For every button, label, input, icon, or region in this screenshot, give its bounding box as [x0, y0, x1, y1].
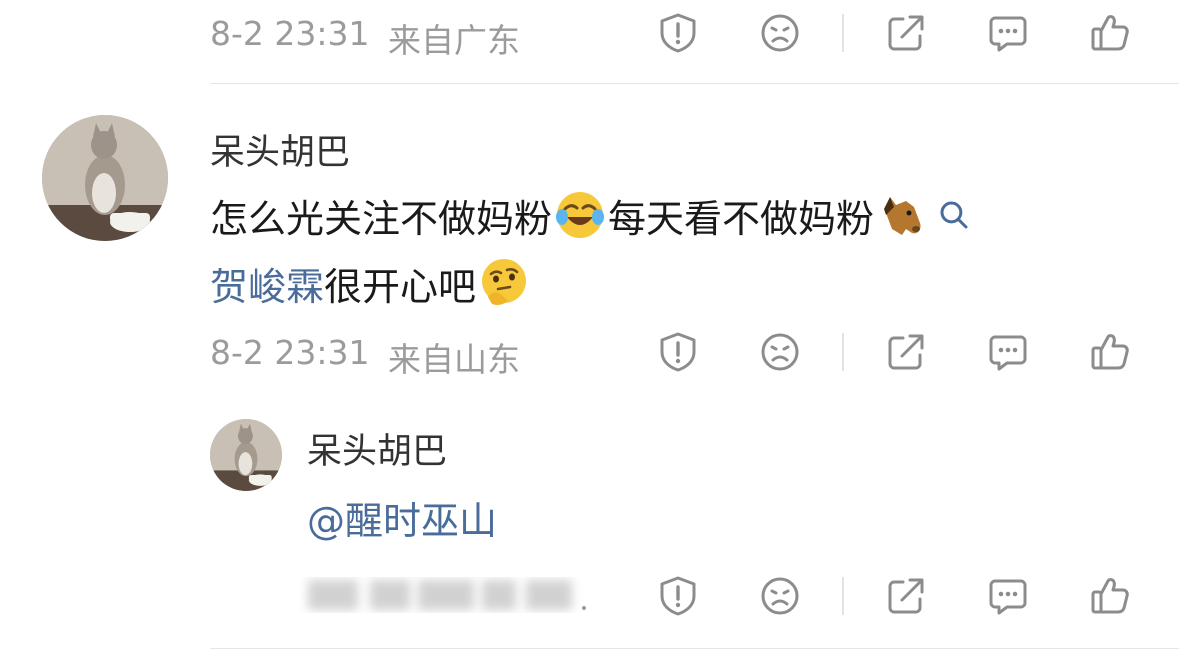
action-divider [842, 333, 844, 371]
thinking-face-emoji-icon [482, 259, 527, 305]
comment-text-part1: 怎么光关注不做妈粉 [210, 196, 553, 241]
comment-text-line2: 贺峻霖 很开心吧 [210, 254, 532, 312]
reply-mention-link[interactable]: @醒时巫山 [307, 490, 497, 545]
sad-face-icon [761, 333, 799, 371]
dislike-button[interactable] [758, 11, 802, 55]
exclamation-shield-icon [660, 332, 696, 372]
dislike-button[interactable] [758, 574, 802, 618]
report-button[interactable] [656, 11, 700, 55]
cat-avatar-image [42, 115, 168, 241]
share-arrow-icon [888, 334, 924, 370]
like-button[interactable] [1088, 574, 1132, 618]
comment-text-part3: 很开心吧 [324, 264, 477, 309]
thumbs-up-icon [1091, 578, 1129, 614]
thumbs-up-icon [1091, 15, 1129, 51]
comment-divider [210, 648, 1179, 649]
avatar[interactable] [42, 115, 168, 241]
mention-link[interactable]: 贺峻霖 [210, 256, 324, 311]
share-arrow-icon [888, 15, 924, 51]
sad-face-icon [761, 577, 799, 615]
share-button[interactable] [884, 330, 928, 374]
like-button[interactable] [1088, 11, 1132, 55]
comment-top-time: 8-2 23:31 [210, 14, 370, 53]
comment-main-time: 8-2 23:31 [210, 333, 370, 372]
action-divider [842, 14, 844, 52]
horse-emoji-icon [884, 197, 921, 235]
comment-text-part2: 每天看不做妈粉 [608, 196, 875, 241]
search-icon[interactable] [936, 197, 972, 233]
comment-top-location: 来自广东 [388, 21, 520, 60]
exclamation-shield-icon [660, 13, 696, 53]
blurred-meta-text [300, 572, 590, 616]
comment-button[interactable] [986, 330, 1030, 374]
comment-bubble-icon [989, 16, 1027, 52]
share-arrow-icon [888, 578, 924, 614]
comment-bubble-icon [989, 579, 1027, 615]
like-button[interactable] [1088, 330, 1132, 374]
action-divider [842, 577, 844, 615]
reply-username[interactable]: 呆头胡巴 [307, 423, 447, 474]
share-button[interactable] [884, 11, 928, 55]
comment-button[interactable] [986, 11, 1030, 55]
reply-text: @醒时巫山 [307, 488, 497, 546]
report-button[interactable] [656, 574, 700, 618]
comment-bubble-icon [989, 335, 1027, 371]
laughing-crying-emoji-icon [556, 192, 605, 238]
reply-avatar[interactable] [210, 419, 282, 491]
comment-divider [210, 83, 1179, 84]
comment-text-line1: 怎么光关注不做妈粉 每天看不做妈粉 [210, 186, 972, 244]
share-button[interactable] [884, 574, 928, 618]
sad-face-icon [761, 14, 799, 52]
cat-avatar-image [210, 419, 282, 491]
report-button[interactable] [656, 330, 700, 374]
dislike-button[interactable] [758, 330, 802, 374]
exclamation-shield-icon [660, 576, 696, 616]
comment-button[interactable] [986, 574, 1030, 618]
comment-main-location: 来自山东 [388, 340, 520, 379]
thumbs-up-icon [1091, 334, 1129, 370]
username[interactable]: 呆头胡巴 [210, 124, 350, 175]
